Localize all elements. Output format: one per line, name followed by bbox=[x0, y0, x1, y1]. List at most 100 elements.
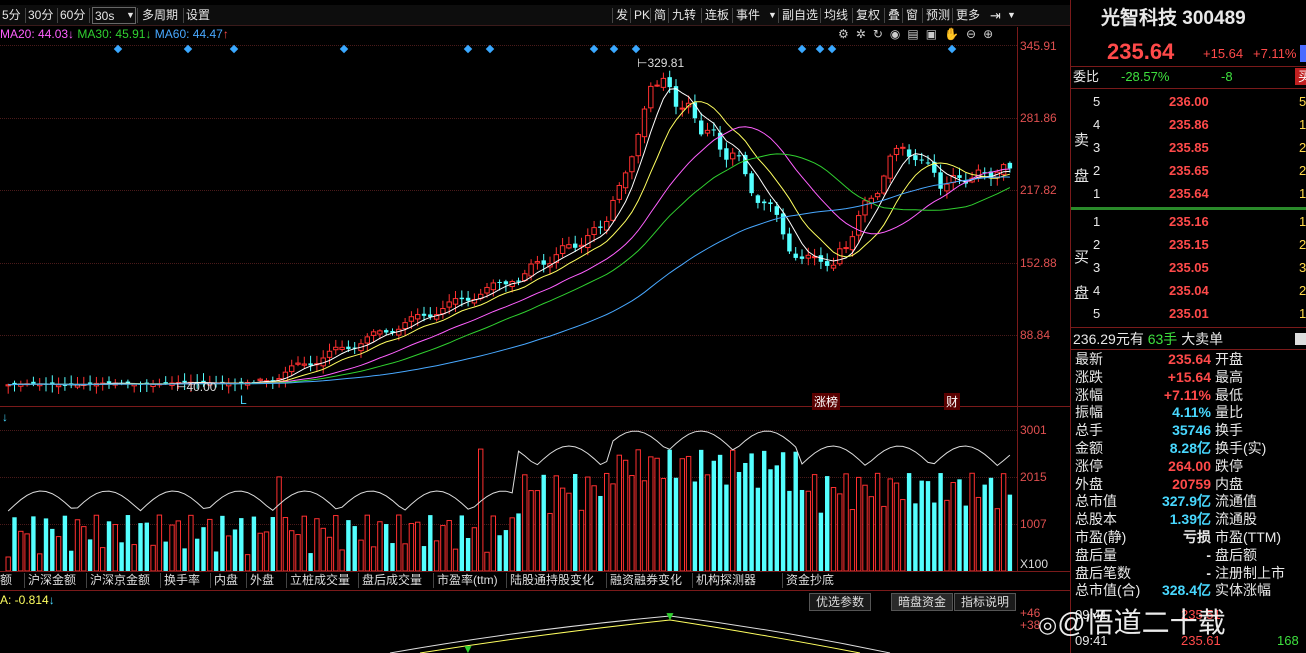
price-axis-label: 345.91 bbox=[1020, 39, 1057, 53]
candle bbox=[811, 248, 818, 266]
sell-price[interactable]: 235.85 bbox=[1169, 136, 1209, 159]
buy-price[interactable]: 235.15 bbox=[1169, 233, 1209, 256]
sell-row: 2 235.65 2 bbox=[1071, 159, 1306, 182]
candle bbox=[730, 148, 736, 166]
indicator-tab-12[interactable]: 资金抄底 bbox=[786, 571, 834, 590]
signal-marker[interactable] bbox=[183, 44, 193, 54]
dark-pool-button[interactable]: 暗盘资金 bbox=[891, 593, 954, 611]
sell-price[interactable]: 236.00 bbox=[1169, 90, 1209, 113]
volume-bar bbox=[440, 525, 446, 571]
indicator-tab-11[interactable]: 机构探测器 bbox=[696, 571, 756, 590]
zhangbang-mark[interactable]: 涨榜 bbox=[812, 393, 841, 410]
period-tab-2[interactable]: 60分 bbox=[58, 7, 88, 24]
buy-price[interactable]: 235.01 bbox=[1169, 302, 1209, 325]
buy-price[interactable]: 235.05 bbox=[1169, 256, 1209, 279]
buy-button[interactable]: 买 bbox=[1295, 68, 1306, 85]
kline-chart[interactable] bbox=[0, 27, 1017, 571]
toolbar-btn-9[interactable]: 叠 bbox=[886, 7, 902, 24]
toolbar-btn-2[interactable]: 简 bbox=[652, 7, 668, 24]
indicator-tab-2[interactable]: 沪深京金额 bbox=[90, 571, 150, 590]
volume-bar bbox=[641, 480, 648, 571]
indicator-tab-1[interactable]: 沪深金额 bbox=[28, 571, 76, 590]
stat-label: 总手 bbox=[1075, 422, 1103, 439]
buy-level: 5 bbox=[1093, 306, 1101, 321]
volume-bar bbox=[673, 477, 679, 571]
signal-marker[interactable] bbox=[589, 44, 599, 54]
toolbar-btn-3[interactable]: 九转 bbox=[670, 7, 698, 24]
signal-marker[interactable] bbox=[229, 44, 239, 54]
toolbar-btn-6[interactable]: 副自选 bbox=[780, 7, 820, 24]
stat-label-right: 换手(实) bbox=[1215, 440, 1267, 456]
toolbar-btn-1[interactable]: PK bbox=[632, 7, 652, 24]
toolbar-btn-0[interactable]: 发 bbox=[614, 7, 630, 24]
period-tab-4[interactable]: 多周期 bbox=[140, 7, 182, 24]
sell-level: 3 bbox=[1093, 140, 1101, 155]
sell-price[interactable]: 235.65 bbox=[1169, 159, 1209, 182]
info-icon[interactable] bbox=[1295, 333, 1306, 345]
signal-marker[interactable] bbox=[609, 44, 619, 54]
buy-price[interactable]: 235.04 bbox=[1169, 279, 1209, 302]
optimize-params-button[interactable]: 优选参数 bbox=[809, 593, 872, 611]
toolbar-btn-5[interactable]: 事件 bbox=[734, 7, 762, 24]
candle bbox=[743, 151, 748, 177]
chevron-down-icon[interactable]: ▼ bbox=[1005, 7, 1018, 24]
indicator-tab-0[interactable]: 额 bbox=[0, 571, 12, 590]
toolbar-btn-8[interactable]: 复权 bbox=[854, 7, 882, 24]
toolbar-btn-4[interactable]: 连板 bbox=[703, 7, 731, 24]
signal-marker[interactable] bbox=[485, 44, 495, 54]
chevron-down-icon[interactable]: ▼ bbox=[766, 7, 779, 24]
volume-bar bbox=[994, 508, 1000, 571]
signal-marker[interactable] bbox=[827, 44, 837, 54]
candle bbox=[308, 355, 313, 372]
toolbar-btn-11[interactable]: 预测 bbox=[924, 7, 952, 24]
indicator-tab-9[interactable]: 陆股通持股变化 bbox=[510, 571, 594, 590]
buy-row: 1 235.16 1 bbox=[1071, 210, 1306, 233]
buy-price[interactable]: 235.16 bbox=[1169, 210, 1209, 233]
sell-price[interactable]: 235.64 bbox=[1169, 182, 1209, 205]
indicator-help-button[interactable]: 指标说明 bbox=[954, 593, 1017, 611]
volume-bar bbox=[932, 502, 937, 571]
signal-marker[interactable] bbox=[947, 44, 957, 54]
cai-mark[interactable]: 财 bbox=[944, 393, 961, 410]
signal-marker[interactable] bbox=[339, 44, 349, 54]
volume-bar bbox=[119, 542, 124, 571]
volume-bar bbox=[175, 520, 182, 571]
volume-bar bbox=[553, 475, 559, 571]
candle bbox=[610, 196, 616, 222]
buy-level: 4 bbox=[1093, 283, 1101, 298]
stat-label-right: 内盘 bbox=[1215, 475, 1243, 492]
candle bbox=[106, 376, 112, 389]
indicator-tab-5[interactable]: 外盘 bbox=[250, 571, 274, 590]
volume-bar bbox=[251, 516, 257, 571]
high-marker: ⊢329.81 bbox=[637, 56, 685, 70]
signal-marker[interactable] bbox=[463, 44, 473, 54]
signal-marker[interactable] bbox=[113, 44, 123, 54]
indicator-tab-7[interactable]: 盘后成交量 bbox=[362, 571, 422, 590]
toolbar-btn-7[interactable]: 均线 bbox=[822, 7, 850, 24]
volume-bar bbox=[465, 537, 471, 571]
candle bbox=[673, 79, 679, 115]
period-tab-1[interactable]: 30分 bbox=[26, 7, 56, 24]
period-tab-0[interactable]: 5分 bbox=[0, 7, 24, 24]
indicator-tab-4[interactable]: 内盘 bbox=[214, 571, 238, 590]
signal-marker[interactable] bbox=[815, 44, 825, 54]
indicator-tab-6[interactable]: 立桩成交量 bbox=[290, 571, 350, 590]
toolbar-btn-10[interactable]: 窗 bbox=[904, 7, 920, 24]
volume-bar bbox=[396, 514, 402, 571]
indicator-tab-10[interactable]: 融资融券变化 bbox=[610, 571, 682, 590]
toolbar-btn-12[interactable]: 更多 bbox=[954, 7, 982, 24]
volume-bar bbox=[724, 484, 729, 571]
stat-label: 涨停 bbox=[1075, 457, 1103, 474]
expand-icon[interactable]: ⇥ bbox=[988, 7, 1003, 24]
signal-marker[interactable] bbox=[797, 44, 807, 54]
period-tab-5[interactable]: 设置 bbox=[184, 7, 214, 24]
chevron-down-icon[interactable]: ▼ bbox=[124, 7, 137, 24]
sell-price[interactable]: 235.86 bbox=[1169, 113, 1209, 136]
indicator-tab-3[interactable]: 换手率 bbox=[164, 571, 200, 590]
volume-bar bbox=[182, 548, 187, 571]
volume-bar bbox=[509, 517, 515, 571]
volume-bar bbox=[768, 469, 773, 571]
signal-marker[interactable] bbox=[631, 44, 641, 54]
volume-bar bbox=[534, 490, 541, 571]
indicator-tab-8[interactable]: 市盈率(ttm) bbox=[437, 571, 498, 590]
